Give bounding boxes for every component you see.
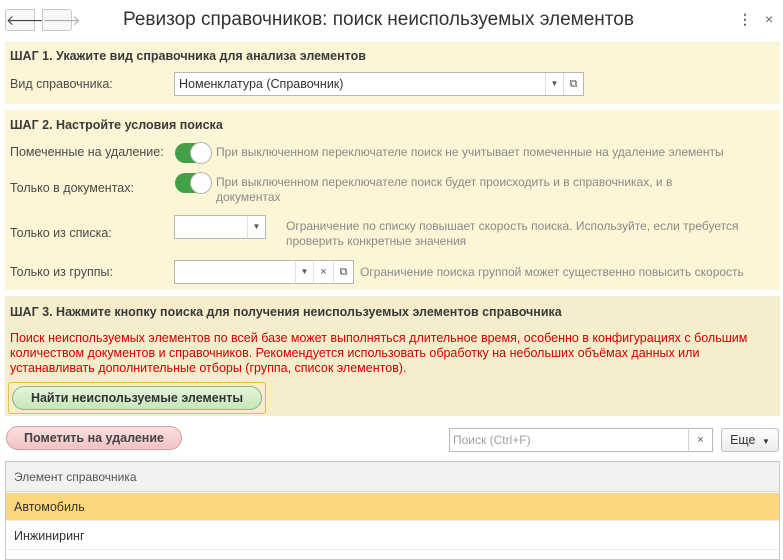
clear-search-icon[interactable]: × <box>688 429 712 451</box>
search-placeholder: Поиск (Ctrl+F) <box>453 433 531 447</box>
close-icon[interactable]: × <box>765 9 773 29</box>
from-list-hint: Ограничение по списку повышает скорость … <box>286 219 739 248</box>
clear-icon[interactable]: × <box>313 261 333 283</box>
mark-for-deletion-button[interactable]: Пометить на удаление <box>6 426 182 450</box>
title-bar: 🡐 🡒 Ревизор справочников: поиск неисполь… <box>0 0 783 40</box>
open-icon[interactable]: ⧉ <box>563 73 583 95</box>
more-vertical-icon[interactable]: ⋮ <box>738 9 752 29</box>
open-icon[interactable]: ⧉ <box>333 261 353 283</box>
column-header-element: Элемент справочника <box>14 470 137 484</box>
chevron-down-icon: ▼ <box>762 437 770 446</box>
toggle-knob <box>190 172 212 194</box>
find-button-focus-frame: Найти неиспользуемые элементы <box>8 382 266 414</box>
table-row[interactable]: Автомобиль <box>6 493 779 521</box>
from-group-field[interactable]: ▼ × ⧉ <box>174 260 354 284</box>
table-cell: Автомобиль <box>14 500 85 514</box>
step1-title: ШАГ 1. Укажите вид справочника для анали… <box>10 49 366 63</box>
chevron-down-icon[interactable]: ▼ <box>247 216 265 238</box>
step3-title: ШАГ 3. Нажмите кнопку поиска для получен… <box>10 305 562 319</box>
performance-warning: Поиск неиспользуемых элементов по всей б… <box>10 331 748 375</box>
table-cell: Инжиниринг <box>14 529 85 543</box>
results-table[interactable]: Элемент справочника Автомобиль Инжинирин… <box>5 461 780 560</box>
step3-panel: ШАГ 3. Нажмите кнопку поиска для получен… <box>5 296 780 416</box>
more-button[interactable]: Еще ▼ <box>721 428 779 452</box>
back-arrow-icon[interactable]: 🡐 <box>5 9 44 31</box>
docs-only-label: Только в документах: <box>10 181 134 195</box>
table-row[interactable]: Инжиниринг <box>6 522 779 550</box>
more-button-label: Еще <box>730 433 756 447</box>
chevron-down-icon[interactable]: ▼ <box>545 73 563 95</box>
marked-for-deletion-hint: При выключенном переключателе поиск не у… <box>216 145 724 159</box>
catalog-type-value: Номенклатура (Справочник) <box>179 77 344 91</box>
docs-only-hint: При выключенном переключателе поиск буде… <box>216 175 673 204</box>
forward-arrow-icon[interactable]: 🡒 <box>42 9 81 31</box>
find-unused-button[interactable]: Найти неиспользуемые элементы <box>12 386 262 410</box>
marked-for-deletion-label: Помеченные на удаление: <box>10 145 164 159</box>
chevron-down-icon[interactable]: ▼ <box>295 261 313 283</box>
step1-panel: ШАГ 1. Укажите вид справочника для анали… <box>5 42 780 104</box>
toggle-knob <box>190 142 212 164</box>
from-list-label: Только из списка: <box>10 226 112 240</box>
from-group-hint: Ограничение поиска группой может существ… <box>360 265 744 279</box>
search-input[interactable]: Поиск (Ctrl+F) × <box>449 428 713 452</box>
table-header[interactable]: Элемент справочника <box>6 462 779 492</box>
from-list-field[interactable]: ▼ <box>174 215 266 239</box>
step2-panel: ШАГ 2. Настройте условия поиска Помеченн… <box>5 110 780 290</box>
catalog-type-label: Вид справочника: <box>10 77 113 91</box>
docs-only-toggle[interactable] <box>175 172 212 194</box>
from-group-label: Только из группы: <box>10 265 113 279</box>
step2-title: ШАГ 2. Настройте условия поиска <box>10 118 223 132</box>
marked-for-deletion-toggle[interactable] <box>175 142 212 164</box>
catalog-type-field[interactable]: Номенклатура (Справочник) ▼ ⧉ <box>174 72 584 96</box>
page-title: Ревизор справочников: поиск неиспользуем… <box>123 9 634 30</box>
